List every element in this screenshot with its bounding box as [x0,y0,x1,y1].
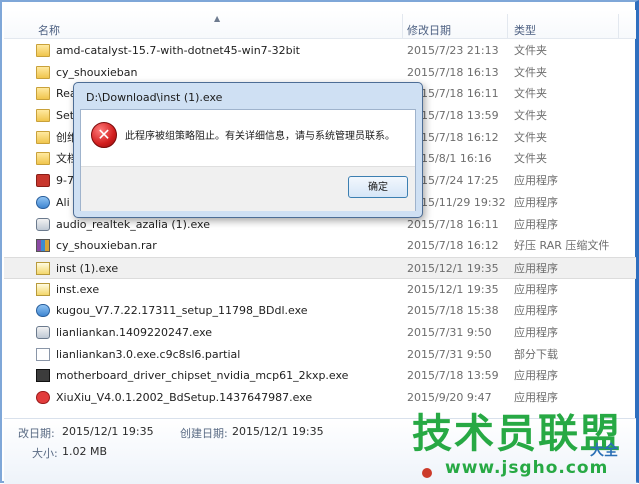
folder-icon [36,152,50,166]
file-type: 应用程序 [514,369,558,383]
file-name: inst (1).exe [56,261,119,275]
column-divider[interactable] [507,14,508,38]
application-icon [36,261,50,275]
file-row[interactable]: motherboard_driver_chipset_nvidia_mcp61_… [4,365,636,387]
file-name: lianliankan3.0.exe.c9c8sl6.partial [56,347,241,361]
file-name: kugou_V7.7.22.17311_setup_11798_BDdl.exe [56,304,308,318]
file-row[interactable]: amd-catalyst-15.7-with-dotnet45-win7-32b… [4,40,636,62]
file-date: 2015/7/23 21:13 [407,44,499,57]
modified-label: 改日期: [18,427,55,440]
file-row[interactable]: cy_shouxieban 2015/7/18 16:13 文件夹 [4,62,636,84]
file-name: XiuXiu_V4.0.1.2002_BdSetup.1437647987.ex… [56,391,313,404]
column-divider[interactable] [618,14,619,38]
file-name: Set [56,109,75,123]
size-label: 大小: [32,447,58,460]
created-value: 2015/12/1 19:35 [232,425,324,438]
application-icon [36,369,50,383]
application-icon [36,217,50,231]
folder-icon [36,109,50,123]
file-date: 2015/7/31 9:50 [407,325,492,339]
file-type: 文件夹 [514,130,547,144]
file-type: 好压 RAR 压缩文件 [514,239,610,253]
file-date: 2015/9/20 9:47 [407,391,492,404]
file-name: inst.exe [56,282,100,296]
folder-icon [36,87,50,101]
sort-arrow-icon: ▲ [214,14,221,23]
file-type: 文件夹 [514,87,547,101]
column-header: ▲ 名称 修改日期 类型 [4,10,636,39]
file-type: 部分下载 [514,347,558,361]
file-date: 2015/7/18 13:59 [407,369,499,383]
column-divider[interactable] [402,14,403,38]
file-name: amd-catalyst-15.7-with-dotnet45-win7-32b… [56,44,300,57]
file-name: cy_shouxieban [56,65,138,79]
file-name: lianliankan.1409220247.exe [56,325,213,339]
file-type: 应用程序 [514,174,558,188]
file-type: 应用程序 [514,282,558,296]
file-row[interactable]: inst.exe 2015/12/1 19:35 应用程序 [4,279,636,301]
folder-icon [36,44,50,57]
file-row[interactable]: kugou_V7.7.22.17311_setup_11798_BDdl.exe… [4,300,636,322]
application-icon [36,325,50,339]
file-type: 文件夹 [514,152,547,166]
file-type: 应用程序 [514,217,558,231]
file-date: 2015/12/1 19:35 [407,261,499,275]
modified-value: 2015/12/1 19:35 [62,425,154,438]
file-row[interactable]: inst (1).exe 2015/12/1 19:35 应用程序 [4,256,636,279]
file-row[interactable]: lianliankan.1409220247.exe 2015/7/31 9:50… [4,322,636,344]
file-type: 应用程序 [514,261,558,275]
file-name: Ali [56,195,70,209]
file-name: cy_shouxieban.rar [56,239,157,253]
watermark-dot-icon [422,468,432,478]
file-row[interactable]: cy_shouxieban.rar 2015/7/18 16:12 好压 RAR 压… [4,235,636,257]
created-label: 创建日期: [180,427,228,440]
file-date: 2015/12/1 19:35 [407,282,499,296]
dialog-title: D:\Download\inst (1).exe [86,91,223,104]
dialog-message: 此程序被组策略阻止。有关详细信息，请与系统管理员联系。 [125,131,395,142]
error-icon: ✕ [91,122,117,148]
column-type[interactable]: 类型 [514,22,536,38]
column-date[interactable]: 修改日期 [407,22,451,38]
size-value: 1.02 MB [62,445,108,458]
application-icon [36,304,50,318]
file-name: 9-7 [56,174,74,188]
file-type: 应用程序 [514,325,558,339]
file-date: 2015/7/18 15:38 [407,304,499,318]
application-icon [36,282,50,296]
file-type: 应用程序 [514,195,558,209]
file-date: 2015/7/31 9:50 [407,347,492,361]
application-icon [36,174,50,188]
file-date: 2015/7/18 16:13 [407,65,499,79]
application-icon [36,195,50,209]
ok-button[interactable]: 确定 [348,176,408,198]
file-date: 2015/7/18 16:12 [407,239,499,253]
rar-archive-icon [36,239,50,253]
file-row[interactable]: lianliankan3.0.exe.c9c8sl6.partial 2015/7… [4,344,636,366]
application-icon [36,391,50,404]
folder-icon [36,65,50,79]
file-type: 文件夹 [514,109,547,123]
file-name: motherboard_driver_chipset_nvidia_mcp61_… [56,369,349,383]
watermark-url: www.jsgho.com [445,458,609,478]
file-type: 应用程序 [514,391,558,404]
partial-download-icon [36,347,50,361]
file-type: 应用程序 [514,304,558,318]
folder-icon [36,130,50,144]
watermark-sub: 大全 [590,443,618,459]
error-dialog: D:\Download\inst (1).exe ✕ 此程序被组策略阻止。有关详… [73,82,423,218]
column-name[interactable]: 名称 [38,22,60,38]
file-type: 文件夹 [514,44,547,57]
file-row[interactable]: XiuXiu_V4.0.1.2002_BdSetup.1437647987.ex… [4,387,636,409]
file-type: 文件夹 [514,65,547,79]
